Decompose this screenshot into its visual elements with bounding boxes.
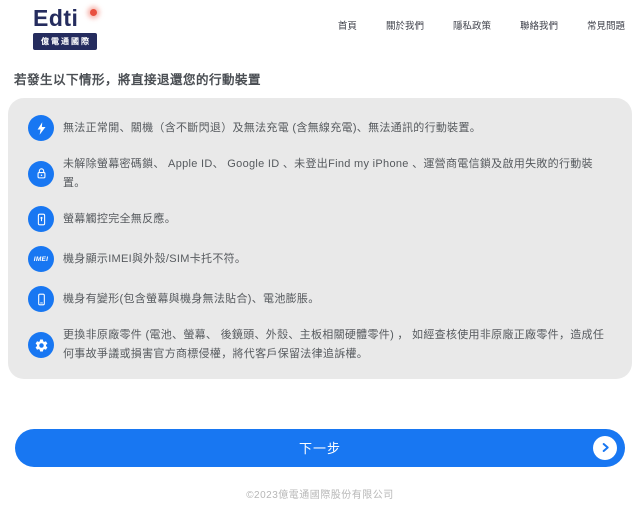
condition-item: 螢幕觸控完全無反應。: [28, 206, 612, 232]
footer: ©2023億電通國際股份有限公司: [0, 486, 640, 501]
condition-icon-circle: [28, 206, 54, 232]
condition-item: 無法正常開、關機（含不斷閃退）及無法充電 (含無線充電)、無法通訊的行動裝置。: [28, 115, 612, 141]
condition-icon-circle: [28, 115, 54, 141]
page-title: 若發生以下情形，將直接退還您的行動裝置: [14, 69, 640, 88]
condition-text: 螢幕觸控完全無反應。: [63, 210, 176, 229]
condition-item: 未解除螢幕密碼鎖、 Apple ID、 Google ID 、未登出Find m…: [28, 155, 612, 192]
nav: 首頁 關於我們 隱私政策 聯絡我們 常見問題: [338, 7, 625, 32]
next-button[interactable]: 下一步: [15, 429, 625, 467]
logo[interactable]: Edti 億電通國際: [33, 7, 99, 50]
condition-text: 機身有變形(包含螢幕與機身無法貼合)、電池膨脹。: [63, 290, 320, 309]
imei-icon: IMEI: [34, 256, 49, 263]
page: Edti 億電通國際 首頁 關於我們 隱私政策 聯絡我們 常見問題 若發生以下情形，將直…: [0, 0, 640, 512]
copyright-text: ©2023億電通國際股份有限公司: [246, 490, 394, 501]
nav-item[interactable]: 聯絡我們: [520, 18, 558, 32]
nav-item[interactable]: 關於我們: [386, 18, 424, 32]
phone-touch-icon: [34, 212, 49, 227]
condition-icon-circle: [28, 332, 54, 358]
gear-icon: [34, 338, 49, 353]
chevron-right-icon: [593, 436, 617, 460]
condition-icon-circle: [28, 161, 54, 187]
condition-item: IMEI 機身顯示IMEI與外殼/SIM卡托不符。: [28, 246, 612, 272]
condition-text: 無法正常開、關機（含不斷閃退）及無法充電 (含無線充電)、無法通訊的行動裝置。: [63, 119, 481, 138]
condition-item: 更換非原廠零件 (電池、螢幕、 後鏡頭、外殼、主板相關硬體零件) ， 如經查核使…: [28, 326, 612, 363]
condition-text: 未解除螢幕密碼鎖、 Apple ID、 Google ID 、未登出Find m…: [63, 155, 612, 192]
logo-badge: 億電通國際: [33, 33, 97, 50]
nav-item[interactable]: 首頁: [338, 18, 357, 32]
logo-text: Edti: [33, 7, 78, 30]
nav-item[interactable]: 隱私政策: [453, 18, 491, 32]
logo-dot-icon: [90, 9, 97, 16]
phone-icon: [34, 292, 49, 307]
condition-text: 機身顯示IMEI與外殼/SIM卡托不符。: [63, 250, 246, 269]
header: Edti 億電通國際 首頁 關於我們 隱私政策 聯絡我們 常見問題: [0, 0, 640, 50]
condition-item: 機身有變形(包含螢幕與機身無法貼合)、電池膨脹。: [28, 286, 612, 312]
lightning-icon: [34, 121, 49, 136]
conditions-list: 無法正常開、關機（含不斷閃退）及無法充電 (含無線充電)、無法通訊的行動裝置。 …: [8, 98, 632, 379]
nav-item[interactable]: 常見問題: [587, 18, 625, 32]
condition-icon-circle: [28, 286, 54, 312]
next-button-label: 下一步: [299, 441, 341, 456]
condition-icon-circle: IMEI: [28, 246, 54, 272]
condition-text: 更換非原廠零件 (電池、螢幕、 後鏡頭、外殼、主板相關硬體零件) ， 如經查核使…: [63, 326, 612, 363]
lock-icon: [34, 166, 49, 181]
